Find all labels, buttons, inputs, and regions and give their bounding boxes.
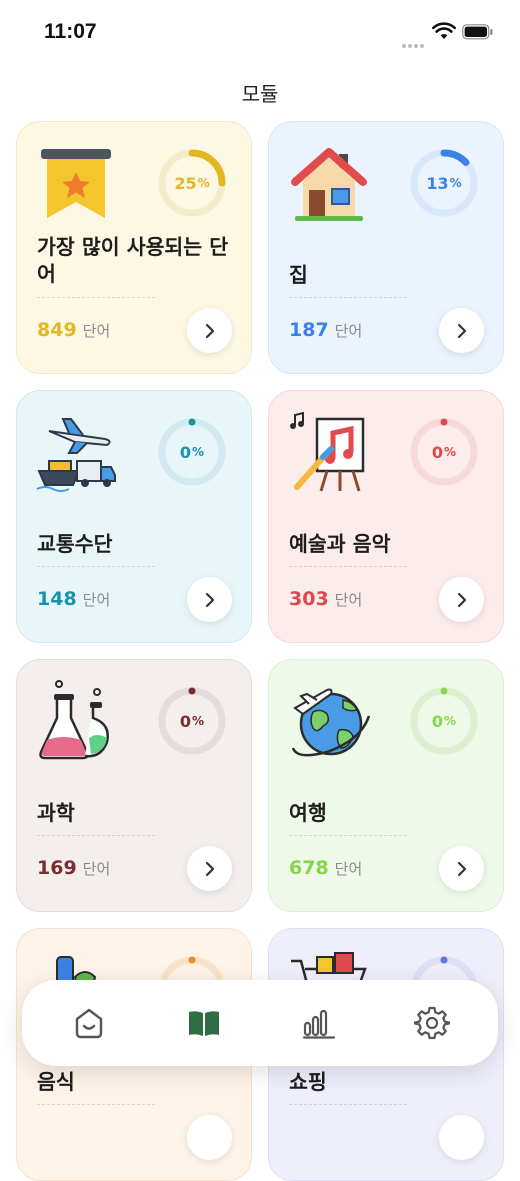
transport-icon (36, 418, 116, 492)
status-time: 11:07 (44, 20, 97, 43)
open-module-button[interactable] (187, 577, 232, 622)
module-title: 예술과 음악 (289, 532, 391, 556)
bar-chart-icon (302, 1009, 336, 1039)
word-count-value: 187 (289, 319, 329, 341)
module-card-travel[interactable]: 0% 여행 678 단어 (268, 659, 504, 912)
progress-value: 13 (426, 173, 449, 193)
art-music-icon (290, 411, 365, 492)
word-count: 678 단어 (289, 857, 362, 879)
progress-value: 0 (179, 711, 192, 731)
module-card-common-words[interactable]: 25% 가장 많이 사용되는 단어 849 단어 (16, 121, 252, 374)
word-count: 148 단어 (37, 588, 110, 610)
divider (37, 566, 155, 567)
chevron-right-icon (457, 861, 466, 876)
progress-label: 0% (157, 686, 227, 756)
word-count-unit: 단어 (334, 591, 363, 609)
word-count-value: 303 (289, 588, 329, 610)
word-count-value: 678 (289, 857, 329, 879)
open-module-button[interactable] (439, 1115, 484, 1160)
percent-sign: % (449, 176, 462, 190)
gear-icon (414, 1006, 450, 1040)
chevron-right-icon (457, 592, 466, 607)
chevron-right-icon (205, 861, 214, 876)
tab-stats[interactable] (275, 994, 363, 1052)
divider (37, 1104, 155, 1105)
module-title: 집 (289, 263, 308, 287)
globe-plane-icon (291, 688, 371, 757)
word-count-unit: 단어 (334, 860, 363, 878)
percent-sign: % (192, 714, 205, 728)
open-module-button[interactable] (187, 846, 232, 891)
word-count-unit: 단어 (82, 860, 111, 878)
chevron-right-icon (205, 323, 214, 338)
divider (289, 835, 407, 836)
module-title: 가장 많이 사용되는 단어 (37, 235, 229, 286)
progress-value: 0 (431, 442, 444, 462)
module-title: 음식 (37, 1070, 75, 1094)
chevron-right-icon (457, 323, 466, 338)
module-card-science[interactable]: 0% 과학 169 단어 (16, 659, 252, 912)
word-count: 169 단어 (37, 857, 110, 879)
signal-dots-icon (402, 33, 426, 48)
progress-value: 0 (431, 711, 444, 731)
open-module-button[interactable] (439, 308, 484, 353)
module-card-transport[interactable]: 0% 교통수단 148 단어 (16, 390, 252, 643)
word-count-value: 169 (37, 857, 77, 879)
open-module-button[interactable] (187, 308, 232, 353)
percent-sign: % (192, 445, 205, 459)
tab-settings[interactable] (388, 994, 476, 1052)
progress-label: 0% (409, 686, 479, 756)
divider (289, 1104, 407, 1105)
module-title: 교통수단 (37, 532, 113, 556)
progress-label: 0% (157, 417, 227, 487)
word-count: 303 단어 (289, 588, 362, 610)
percent-sign: % (444, 445, 457, 459)
tab-bar (22, 980, 498, 1066)
module-title: 과학 (37, 801, 75, 825)
house-icon (291, 148, 367, 221)
home-face-icon (75, 1008, 103, 1039)
percent-sign: % (197, 176, 210, 190)
module-title: 쇼핑 (289, 1070, 327, 1094)
word-count-unit: 단어 (82, 591, 111, 609)
open-module-button[interactable] (439, 577, 484, 622)
status-bar: 11:07 (0, 0, 520, 64)
book-icon (189, 1011, 219, 1036)
tab-modules[interactable] (160, 994, 248, 1052)
progress-value: 25 (174, 173, 197, 193)
divider (289, 566, 407, 567)
divider (37, 835, 155, 836)
module-title: 여행 (289, 801, 327, 825)
divider (37, 297, 155, 298)
word-count-value: 148 (37, 588, 77, 610)
word-count-value: 849 (37, 319, 77, 341)
open-module-button[interactable] (187, 1115, 232, 1160)
flask-icon (39, 680, 109, 760)
page-title: 모듈 (241, 82, 279, 106)
progress-label: 25% (157, 148, 227, 218)
bookmark-star-icon (41, 149, 111, 218)
word-count: 187 단어 (289, 319, 362, 341)
module-card-home[interactable]: 13% 집 187 단어 (268, 121, 504, 374)
progress-label: 0% (409, 417, 479, 487)
word-count-unit: 단어 (334, 322, 363, 340)
module-card-art-music[interactable]: 0% 예술과 음악 303 단어 (268, 390, 504, 643)
battery-icon (462, 24, 493, 40)
open-module-button[interactable] (439, 846, 484, 891)
tab-home[interactable] (45, 994, 133, 1052)
progress-label: 13% (409, 148, 479, 218)
wifi-icon (432, 22, 456, 39)
chevron-right-icon (205, 592, 214, 607)
percent-sign: % (444, 714, 457, 728)
word-count-unit: 단어 (82, 322, 111, 340)
divider (289, 297, 407, 298)
word-count: 849 단어 (37, 319, 110, 341)
progress-value: 0 (179, 442, 192, 462)
